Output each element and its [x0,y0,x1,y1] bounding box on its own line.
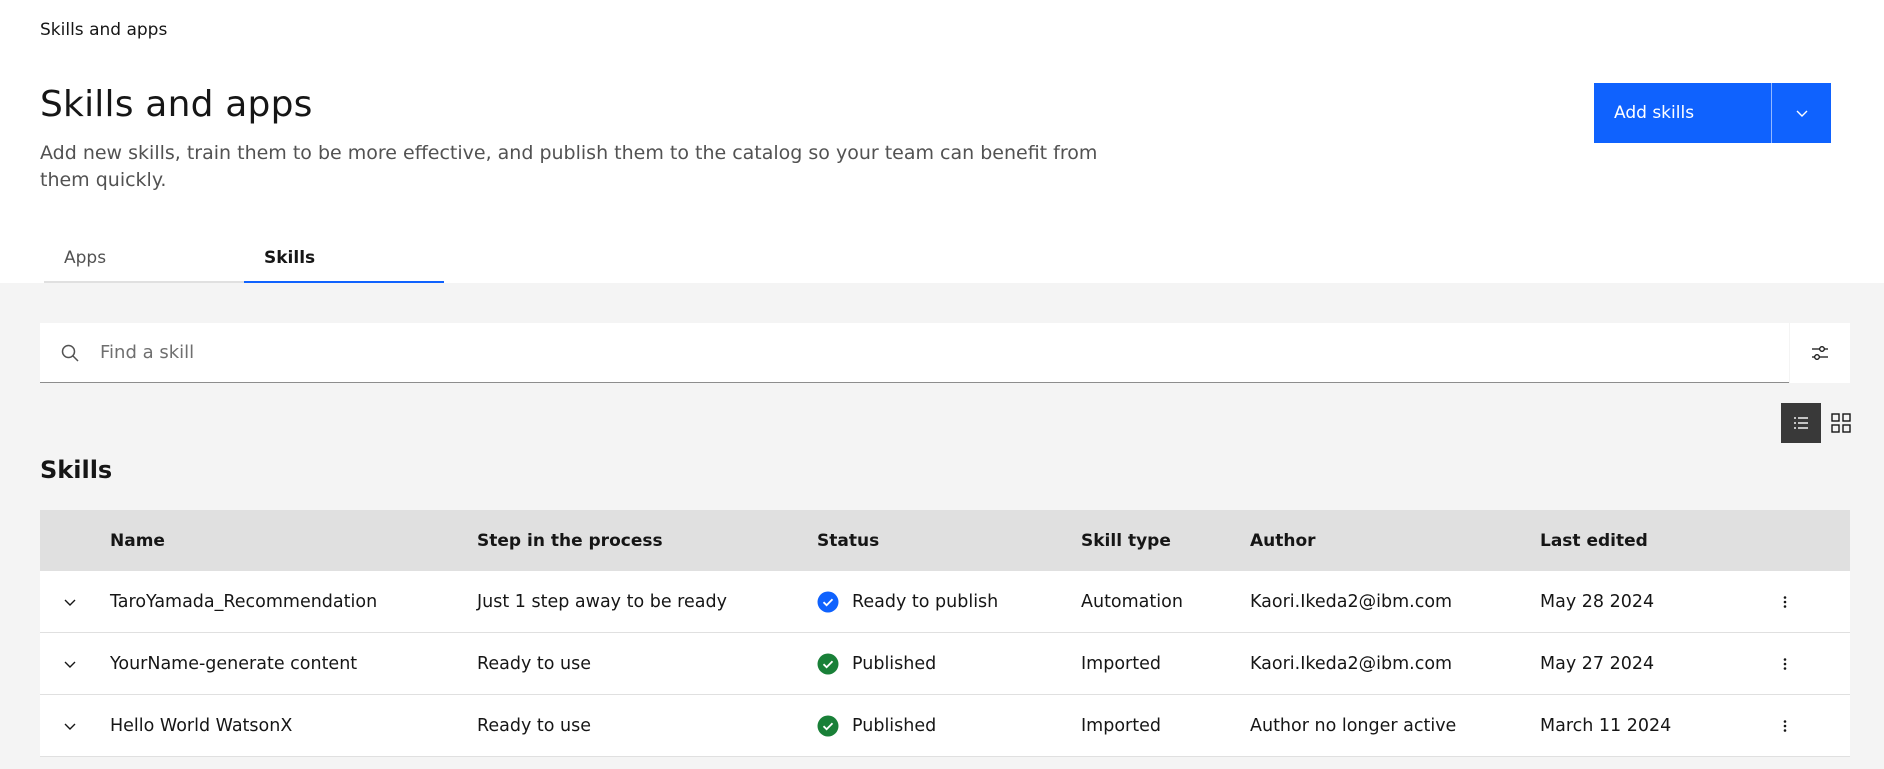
skill-status: Ready to publish [817,571,998,632]
skill-type: Imported [1081,653,1161,674]
chevron-down-icon [1796,110,1807,117]
status-label: Published [852,653,937,674]
skill-status: Published [817,695,936,756]
search-input[interactable]: Find a skill [100,342,194,363]
skill-author: Kaori.Ikeda2@ibm.com [1250,591,1453,612]
skill-last-edited: March 11 2024 [1540,715,1672,736]
column-header-name[interactable]: Name [110,510,165,571]
section-title: Skills [40,456,113,484]
page-header: Skills and apps Skills and apps Add new … [0,0,1884,283]
skill-author: Author no longer active [1250,715,1457,736]
tab-list: Apps Skills [44,243,444,283]
skill-name[interactable]: Hello World WatsonX [110,695,292,756]
checkmark-filled-icon [817,715,839,736]
column-header-author[interactable]: Author [1250,510,1316,571]
overflow-menu-icon [1783,719,1787,732]
overflow-menu-button[interactable] [1765,571,1805,632]
chevron-down-icon [64,599,76,606]
skill-name[interactable]: TaroYamada_Recommendation [110,571,377,632]
skill-step: Ready to use [477,715,591,736]
skill-author: Kaori.Ikeda2@ibm.com [1250,653,1453,674]
breadcrumb[interactable]: Skills and apps [40,20,167,40]
overflow-menu-icon [1783,657,1787,670]
filter-button[interactable] [1790,323,1850,383]
add-skills-dropdown-button[interactable] [1772,83,1831,143]
chevron-down-icon [64,723,76,730]
checkmark-filled-icon [817,653,839,674]
checkmark-filled-icon [817,591,839,612]
list-view-icon [1794,417,1808,429]
skill-type: Automation [1081,591,1183,612]
column-header-type[interactable]: Skill type [1081,510,1171,571]
skill-step: Just 1 step away to be ready [477,591,727,612]
column-header-status[interactable]: Status [817,510,879,571]
tab-skills[interactable]: Skills [244,243,444,283]
expand-row-button[interactable] [40,571,100,632]
skill-step: Ready to use [477,653,591,674]
skill-type: Imported [1081,715,1161,736]
skill-name[interactable]: YourName-generate content [110,633,357,694]
table-row[interactable]: TaroYamada_Recommendation Just 1 step aw… [40,571,1850,633]
chevron-down-icon [64,661,76,668]
sliders-icon [1812,346,1828,360]
status-label: Published [852,715,937,736]
expand-row-button[interactable] [40,695,100,756]
page-title: Skills and apps [40,84,313,125]
search-bar: Find a skill [40,323,1789,383]
skills-table: Name Step in the process Status Skill ty… [40,510,1850,757]
overflow-menu-button[interactable] [1765,633,1805,694]
table-row[interactable]: YourName-generate content Ready to use P… [40,633,1850,695]
add-skills-split-button[interactable]: Add skills [1594,83,1831,143]
tab-apps[interactable]: Apps [44,243,244,283]
add-skills-button[interactable]: Add skills [1594,83,1771,143]
grid-view-icon [1831,413,1851,433]
overflow-menu-button[interactable] [1765,695,1805,756]
page-description: Add new skills, train them to be more ef… [40,142,1098,191]
expand-row-button[interactable] [40,633,100,694]
grid-view-button[interactable] [1821,403,1861,443]
skill-last-edited: May 28 2024 [1540,591,1655,612]
table-row[interactable]: Hello World WatsonX Ready to use Publish… [40,695,1850,757]
skill-last-edited: May 27 2024 [1540,653,1655,674]
table-header: Name Step in the process Status Skill ty… [40,510,1850,571]
search-icon [61,344,79,362]
status-label: Ready to publish [852,591,999,612]
column-header-step[interactable]: Step in the process [477,510,663,571]
column-header-last-edited[interactable]: Last edited [1540,510,1648,571]
list-view-button[interactable] [1781,403,1821,443]
overflow-menu-icon [1783,595,1787,608]
skill-status: Published [817,633,936,694]
